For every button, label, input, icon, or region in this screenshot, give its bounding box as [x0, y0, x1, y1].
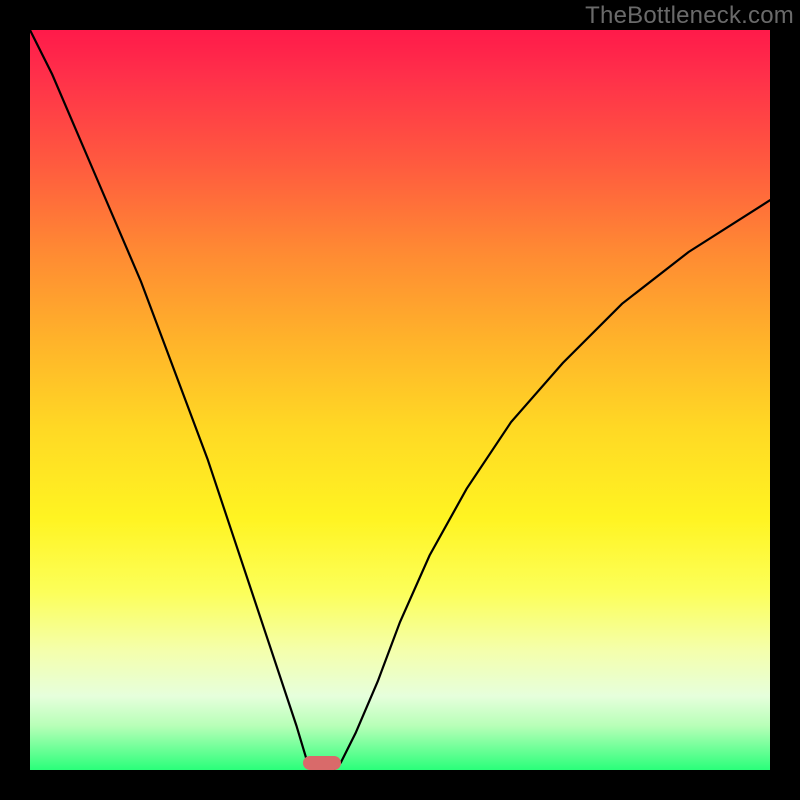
bottleneck-marker	[303, 756, 341, 770]
left-curve	[30, 30, 315, 770]
right-curve	[333, 200, 770, 770]
watermark-text: TheBottleneck.com	[585, 2, 794, 30]
chart-frame: TheBottleneck.com	[0, 0, 800, 800]
plot-area	[30, 30, 770, 770]
curve-layer	[30, 30, 770, 770]
